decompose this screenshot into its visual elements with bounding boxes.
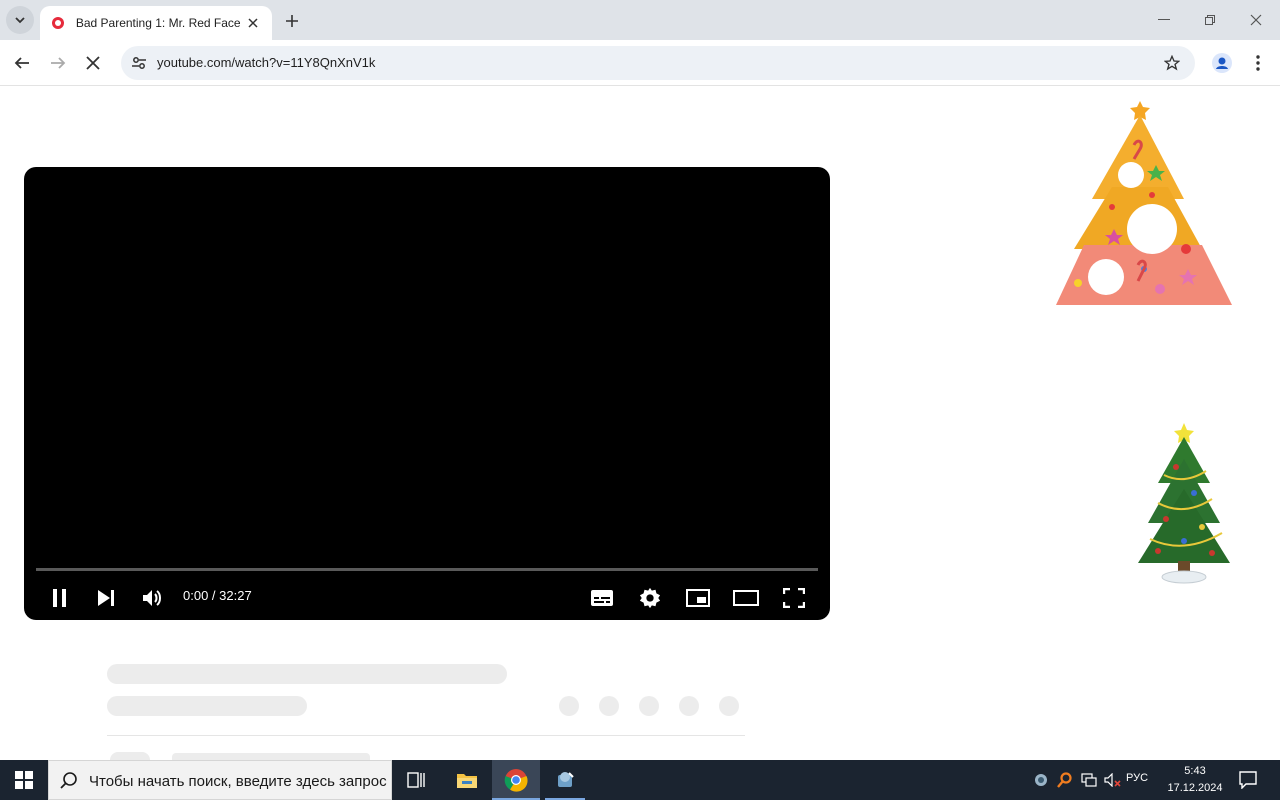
active-tab[interactable]: Bad Parenting 1: Mr. Red Face |	[40, 6, 272, 40]
tray-app-icon[interactable]	[1030, 760, 1052, 800]
subtitles-icon[interactable]	[586, 582, 618, 614]
file-explorer-icon[interactable]	[443, 760, 491, 800]
chrome-icon[interactable]	[492, 760, 540, 800]
settings-icon[interactable]	[634, 582, 666, 614]
action-skeleton	[679, 696, 699, 716]
stop-loading-icon[interactable]	[79, 49, 107, 77]
maximize-icon[interactable]	[1190, 8, 1230, 32]
network-icon[interactable]	[1078, 760, 1100, 800]
avatar-skeleton	[110, 752, 150, 760]
task-view-icon[interactable]	[392, 760, 440, 800]
search-icon	[60, 772, 77, 789]
action-skeleton	[719, 696, 739, 716]
title-skeleton	[107, 664, 507, 684]
back-icon[interactable]	[8, 49, 36, 77]
action-skeleton	[639, 696, 659, 716]
next-icon[interactable]	[90, 582, 122, 614]
minimize-icon[interactable]	[1144, 8, 1184, 32]
pause-icon[interactable]	[44, 582, 76, 614]
divider	[107, 735, 745, 736]
new-tab-icon[interactable]	[280, 9, 304, 33]
address-bar[interactable]: youtube.com/watch?v=11Y8QnXnV1k	[121, 46, 1195, 80]
fullscreen-icon[interactable]	[778, 582, 810, 614]
bookmark-star-icon[interactable]	[1161, 52, 1183, 74]
tab-search-icon	[15, 17, 25, 24]
taskbar: Чтобы начать поиск, введите здесь запрос…	[0, 760, 1280, 800]
tab-search-button[interactable]	[6, 6, 34, 34]
profile-icon[interactable]	[1208, 49, 1236, 77]
youtube-favicon-icon	[50, 15, 66, 31]
page-content: 0:00 / 32:27	[0, 87, 1280, 760]
forward-icon[interactable]	[44, 49, 72, 77]
browser-toolbar: youtube.com/watch?v=11Y8QnXnV1k	[0, 40, 1280, 86]
app-icon[interactable]	[541, 760, 589, 800]
menu-icon[interactable]	[1244, 49, 1272, 77]
close-window-icon[interactable]	[1236, 8, 1276, 32]
close-tab-icon[interactable]	[244, 14, 262, 32]
system-clock[interactable]: 5:43 17.12.2024	[1160, 763, 1230, 797]
taskbar-search[interactable]: Чтобы начать поиск, введите здесь запрос	[48, 760, 392, 800]
miniplayer-icon[interactable]	[682, 582, 714, 614]
clock-time: 5:43	[1184, 765, 1206, 777]
volume-muted-icon[interactable]	[1102, 760, 1124, 800]
clock-date: 17.12.2024	[1167, 782, 1223, 794]
comment-skeleton	[172, 753, 370, 760]
christmas-tree-decoration-icon	[1052, 87, 1236, 311]
windows-start-icon[interactable]	[0, 760, 48, 800]
notification-center-icon[interactable]	[1234, 760, 1262, 800]
tab-strip: Bad Parenting 1: Mr. Red Face |	[0, 0, 1280, 40]
christmas-tree-decoration-icon	[1136, 423, 1232, 587]
channel-skeleton	[107, 696, 307, 716]
tab-title: Bad Parenting 1: Mr. Red Face |	[75, 16, 245, 30]
time-display: 0:00 / 32:27	[183, 588, 252, 603]
search-placeholder: Чтобы начать поиск, введите здесь запрос	[89, 773, 387, 790]
video-player[interactable]: 0:00 / 32:27	[24, 167, 830, 620]
url-text[interactable]: youtube.com/watch?v=11Y8QnXnV1k	[157, 55, 375, 70]
progress-bar[interactable]	[36, 568, 818, 571]
site-settings-icon[interactable]	[127, 51, 151, 75]
input-language[interactable]: РУС	[1126, 772, 1148, 784]
action-skeleton	[559, 696, 579, 716]
action-skeleton	[599, 696, 619, 716]
theater-icon[interactable]	[730, 582, 762, 614]
tray-search-app-icon[interactable]	[1054, 760, 1076, 800]
volume-icon[interactable]	[137, 582, 169, 614]
